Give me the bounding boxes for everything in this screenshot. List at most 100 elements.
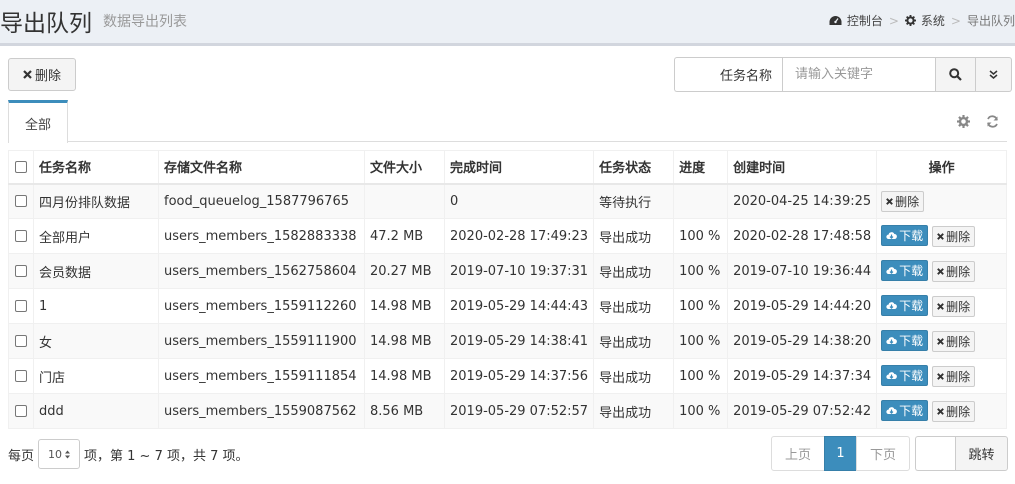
col-file-size[interactable]: 文件大小: [364, 150, 445, 185]
row-delete-label: 删除: [946, 405, 971, 419]
row-check-cell: [8, 393, 34, 429]
file-size-cell: 20.27 MB: [364, 253, 445, 289]
row-checkbox[interactable]: [15, 335, 27, 347]
row-checkbox[interactable]: [15, 265, 27, 277]
jump-button[interactable]: 跳转: [955, 436, 1008, 471]
table-row: 门店 users_members_1559111854 14.98 MB 2019-0…: [8, 358, 1007, 394]
tab-all[interactable]: 全部: [8, 100, 68, 143]
breadcrumb-dashboard[interactable]: 控制台: [829, 12, 883, 29]
task-name-cell: 全部用户: [33, 218, 159, 254]
download-button[interactable]: 下载: [881, 365, 929, 386]
cloud-download-icon: [886, 302, 898, 309]
pagination-info: 每页 10 项，第 1 ~ 7 项，共 7 项。: [8, 439, 249, 469]
file-size-cell: 14.98 MB: [364, 358, 445, 394]
finished-time-cell: 2019-05-29 07:52:57: [443, 393, 595, 429]
download-button[interactable]: 下载: [881, 260, 929, 281]
download-button[interactable]: 下载: [881, 400, 929, 421]
prev-page-button[interactable]: 上页: [771, 436, 825, 471]
download-button-label: 下载: [899, 229, 924, 243]
row-delete-button[interactable]: 删除: [932, 401, 976, 422]
row-delete-button[interactable]: 删除: [932, 366, 976, 387]
jump-page-input[interactable]: [915, 436, 955, 471]
refresh-icon[interactable]: [986, 115, 999, 128]
status-cell: 等待执行: [593, 183, 675, 219]
created-time-cell: 2019-05-29 14:37:34: [727, 358, 878, 394]
row-delete-button[interactable]: 删除: [932, 261, 976, 282]
download-button-label: 下载: [899, 404, 924, 418]
content-header: 导出队列 数据导出列表 控制台 > 系统 > 导出队列: [0, 0, 1015, 46]
settings-icon[interactable]: [957, 115, 970, 128]
col-progress[interactable]: 进度: [673, 150, 729, 185]
search-input[interactable]: [782, 57, 936, 92]
col-created-time[interactable]: 创建时间: [727, 150, 878, 185]
download-button-label: 下载: [899, 299, 924, 313]
actions-cell: 下载 删除: [876, 358, 1007, 394]
task-name-cell: 1: [33, 288, 159, 324]
col-task-status[interactable]: 任务状态: [593, 150, 675, 185]
search-group: 任务名称: [674, 57, 1012, 92]
download-button[interactable]: 下载: [881, 330, 929, 351]
cloud-download-icon: [886, 267, 898, 274]
times-icon: [937, 233, 945, 240]
row-delete-button[interactable]: 删除: [932, 331, 976, 352]
row-delete-button[interactable]: 删除: [932, 296, 976, 317]
times-icon: [937, 338, 945, 345]
file-size-cell: 14.98 MB: [364, 323, 445, 359]
page-1-button[interactable]: 1: [824, 436, 857, 471]
status-cell: 导出成功: [593, 218, 675, 254]
table-row: 四月份排队数据 food_queuelog_1587796765 0 等待执行 2020…: [8, 183, 1007, 219]
breadcrumb-label: 系统: [920, 14, 945, 28]
row-check-cell: [8, 323, 34, 359]
times-icon: [937, 373, 945, 380]
created-time-cell: 2019-07-10 19:36:44: [727, 253, 878, 289]
row-delete-label: 删除: [946, 230, 971, 244]
task-name-cell: 会员数据: [33, 253, 159, 289]
row-delete-label: 删除: [946, 265, 971, 279]
status-cell: 导出成功: [593, 358, 675, 394]
next-page-button[interactable]: 下页: [856, 436, 910, 471]
breadcrumb-export-queue: 导出队列: [966, 14, 1015, 28]
download-button[interactable]: 下载: [881, 295, 929, 316]
finished-time-cell: 2019-07-10 19:37:31: [443, 253, 595, 289]
times-icon: [937, 268, 945, 275]
row-check-cell: [8, 253, 34, 289]
row-checkbox[interactable]: [15, 300, 27, 312]
breadcrumb-system[interactable]: 系统: [904, 12, 945, 29]
file-name-cell: users_members_1559111900: [158, 323, 365, 359]
delete-button-label: 删除: [34, 68, 61, 83]
actions-cell: 下载 删除: [876, 323, 1007, 359]
file-name-cell: users_members_1582883338: [158, 218, 365, 254]
table-row: 会员数据 users_members_1562758604 20.27 MB 2019…: [8, 253, 1007, 289]
created-time-cell: 2019-05-29 14:44:20: [727, 288, 878, 324]
row-checkbox[interactable]: [15, 195, 27, 208]
col-task-name[interactable]: 任务名称: [33, 150, 159, 185]
select-all-checkbox[interactable]: [15, 160, 27, 173]
progress-cell: 100 %: [673, 218, 729, 254]
task-name-cell: 门店: [33, 358, 159, 394]
created-time-cell: 2020-04-25 14:39:25: [727, 183, 878, 219]
page-size-select[interactable]: 10: [38, 439, 81, 469]
download-button[interactable]: 下载: [881, 225, 929, 246]
table-header-row: 任务名称 存储文件名称 文件大小 完成时间 任务状态 进度 创建时间 操作: [8, 150, 1007, 185]
created-time-cell: 2019-05-29 07:52:42: [727, 393, 878, 429]
row-checkbox[interactable]: [15, 405, 27, 417]
delete-button[interactable]: 删除: [8, 58, 76, 91]
row-delete-label: 删除: [946, 300, 971, 314]
col-file-name[interactable]: 存储文件名称: [158, 150, 365, 185]
col-finished-time[interactable]: 完成时间: [443, 150, 595, 185]
row-delete-button[interactable]: 删除: [881, 190, 925, 212]
row-delete-button[interactable]: 删除: [932, 226, 976, 247]
task-name-cell: 女: [33, 323, 159, 359]
progress-cell: 100 %: [673, 288, 729, 324]
row-checkbox[interactable]: [15, 230, 27, 242]
table-row: ddd users_members_1559087562 8.56 MB 2019-0…: [8, 393, 1007, 429]
table-row: 1 users_members_1559112260 14.98 MB 2019-05…: [8, 288, 1007, 324]
file-name-cell: users_members_1559111854: [158, 358, 365, 394]
search-button[interactable]: [936, 57, 976, 92]
actions-cell: 下载 删除: [876, 218, 1007, 254]
row-checkbox[interactable]: [15, 370, 27, 382]
row-delete-label: 删除: [895, 194, 920, 209]
created-time-cell: 2019-05-29 14:38:20: [727, 323, 878, 359]
times-icon: [937, 408, 945, 415]
advanced-search-toggle[interactable]: [976, 57, 1012, 92]
